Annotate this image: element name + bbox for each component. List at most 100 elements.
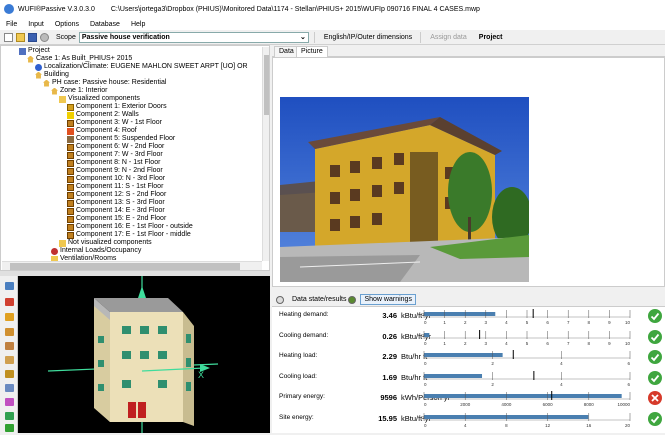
floor-icon: [67, 135, 74, 143]
zoom-fit-icon[interactable]: [5, 370, 14, 378]
folder-icon: [59, 95, 66, 103]
menu-input[interactable]: Input: [28, 21, 44, 28]
roof-icon: [67, 127, 74, 135]
tree-item[interactable]: Component 13: S - 3rd Floor: [67, 199, 165, 207]
tree-item[interactable]: Building: [35, 71, 69, 79]
pan-icon[interactable]: [5, 342, 14, 350]
window-icon: [67, 223, 74, 231]
tree-item-label: Not visualized components: [68, 239, 152, 246]
refresh-icon[interactable]: [276, 295, 284, 304]
measure-icon[interactable]: [5, 424, 14, 432]
tree-item-label: Case 1: As Built_PHIUS+ 2015: [36, 55, 133, 62]
result-bar: [424, 353, 503, 357]
tree-item-label: Component 12: S - 2nd Floor: [76, 191, 167, 198]
tree-item[interactable]: Project: [19, 47, 50, 55]
result-bar-chart: 0 2000 4000 6000 8000 10000: [423, 391, 630, 407]
window-icon: [67, 119, 74, 127]
tree-item[interactable]: Component 5: Suspended Floor: [67, 135, 175, 143]
result-row: Cooling load: 1.69 Btu/hr ft² 0 2 4 6: [272, 369, 665, 387]
menu-help[interactable]: Help: [131, 21, 145, 28]
tree-item[interactable]: Not visualized components: [59, 239, 152, 247]
window-icon: [67, 159, 74, 167]
tick-label: 2: [491, 382, 494, 387]
light-icon[interactable]: [5, 398, 14, 406]
tree-item[interactable]: Component 6: W - 2nd Floor: [67, 143, 164, 151]
menu-file[interactable]: File: [6, 21, 17, 28]
axes-icon[interactable]: [5, 412, 14, 420]
project-tree[interactable]: Project Case 1: As Built_PHIUS+ 2015 Local…: [0, 45, 270, 271]
project-button[interactable]: Project: [476, 32, 506, 43]
tree-item[interactable]: Visualized components: [59, 95, 140, 103]
tree-vertical-scrollbar[interactable]: [262, 47, 269, 261]
tick-label: 9: [608, 341, 611, 346]
component-icon[interactable]: [5, 298, 14, 306]
new-file-icon[interactable]: [4, 32, 13, 42]
menu-database[interactable]: Database: [90, 21, 120, 28]
tree-item[interactable]: Case 1: As Built_PHIUS+ 2015: [27, 55, 132, 63]
tick-label: 3: [485, 320, 488, 325]
tree-item[interactable]: Component 4: Roof: [67, 127, 137, 135]
tree-item[interactable]: Component 2: Walls: [67, 111, 139, 119]
tree-item[interactable]: Internal Loads/Occupancy: [51, 247, 141, 255]
scrollbar-thumb[interactable]: [264, 55, 269, 115]
3d-viewport[interactable]: X: [18, 276, 270, 433]
scope-select[interactable]: Passive house verification ⌄: [78, 31, 309, 43]
tree-item[interactable]: Component 8: N - 1st Floor: [67, 159, 160, 167]
tree-item[interactable]: Component 15: E - 2nd Floor: [67, 215, 166, 223]
tree-item-label: PH case: Passive house: Residential: [52, 79, 167, 86]
show-warnings-button[interactable]: Show warnings: [360, 294, 416, 305]
tree-item[interactable]: Zone 1: Interior: [51, 87, 107, 95]
building-3d-model: X: [47, 276, 219, 433]
tree-item[interactable]: Component 9: N - 2nd Floor: [67, 167, 163, 175]
tick-label: 5: [526, 341, 529, 346]
tick-label: 2: [464, 341, 467, 346]
tree-item[interactable]: Component 17: E - 1st Floor - middle: [67, 231, 191, 239]
tree-item[interactable]: Component 14: E - 3rd Floor: [67, 207, 165, 215]
result-value: 2.29: [382, 352, 397, 361]
menu-options[interactable]: Options: [55, 21, 79, 28]
chevron-down-icon: ⌄: [299, 33, 306, 41]
open-folder-icon[interactable]: [16, 32, 25, 42]
result-row: Site energy: 15.95 kBtu/ft²yr 0 4 8 12 16 20: [272, 410, 665, 428]
tree-item[interactable]: Component 1: Exterior Doors: [67, 103, 167, 111]
tab-picture[interactable]: Picture: [296, 46, 328, 57]
orbit-icon[interactable]: [5, 356, 14, 364]
tree-item-label: Building: [44, 71, 69, 78]
result-row: Cooling demand: 0.26 kBtu/ft²yr 0 1 2 3 4 5 6 7 8 9 1…: [272, 328, 665, 346]
tree-item-label: Component 1: Exterior Doors: [76, 103, 167, 110]
view-front-icon[interactable]: [5, 282, 14, 290]
tick-label: 4: [505, 320, 508, 325]
house-view-icon[interactable]: [5, 313, 14, 321]
tick-label: 0: [424, 361, 427, 366]
rotate-icon[interactable]: [5, 328, 14, 336]
tree-item[interactable]: PH case: Passive house: Residential: [43, 79, 166, 87]
assign-data-button[interactable]: Assign data: [427, 32, 470, 43]
app-logo-icon: [4, 4, 14, 14]
tree-item[interactable]: Component 10: N - 3rd Floor: [67, 175, 165, 183]
tree-horizontal-scrollbar[interactable]: [2, 261, 262, 270]
tree-item-label: Component 6: W - 2nd Floor: [76, 143, 165, 150]
result-row: Heating load: 2.29 Btu/hr ft² 0 2 4 6: [272, 348, 665, 366]
toolbar-divider: [420, 31, 422, 43]
tick-label: 0: [424, 382, 427, 387]
tick-label: 4: [560, 361, 563, 366]
house-icon: [35, 71, 42, 79]
scope-value: Passive house verification: [81, 33, 170, 41]
tree-item[interactable]: Component 7: W - 3rd Floor: [67, 151, 163, 159]
tree-item[interactable]: Component 3: W - 1st Floor: [67, 119, 162, 127]
cross-icon: [648, 391, 662, 405]
tree-item[interactable]: Localization/Climate: EUGENE MAHLON SWEE…: [35, 63, 248, 71]
scope-label: Scope: [56, 33, 76, 41]
tree-item[interactable]: Component 11: S - 1st Floor: [67, 183, 163, 191]
z-axis-arrow: [138, 286, 146, 298]
tree-item[interactable]: Component 16: E - 1st Floor - outside: [67, 223, 193, 231]
tree-item[interactable]: Component 12: S - 2nd Floor: [67, 191, 166, 199]
results-panel: Heating demand: 3.46 kBtu/ft²yr 0 1 2 3 4 5 6 7 8 9 1…: [272, 307, 665, 433]
units-button[interactable]: English/IP/Outer dimensions: [321, 32, 415, 43]
tick-label: 1: [443, 341, 446, 346]
settings-icon[interactable]: [40, 32, 49, 42]
zoom-icon[interactable]: [5, 384, 14, 392]
tick-label: 10: [625, 341, 631, 346]
save-icon[interactable]: [28, 32, 37, 42]
scrollbar-thumb[interactable]: [10, 263, 240, 270]
